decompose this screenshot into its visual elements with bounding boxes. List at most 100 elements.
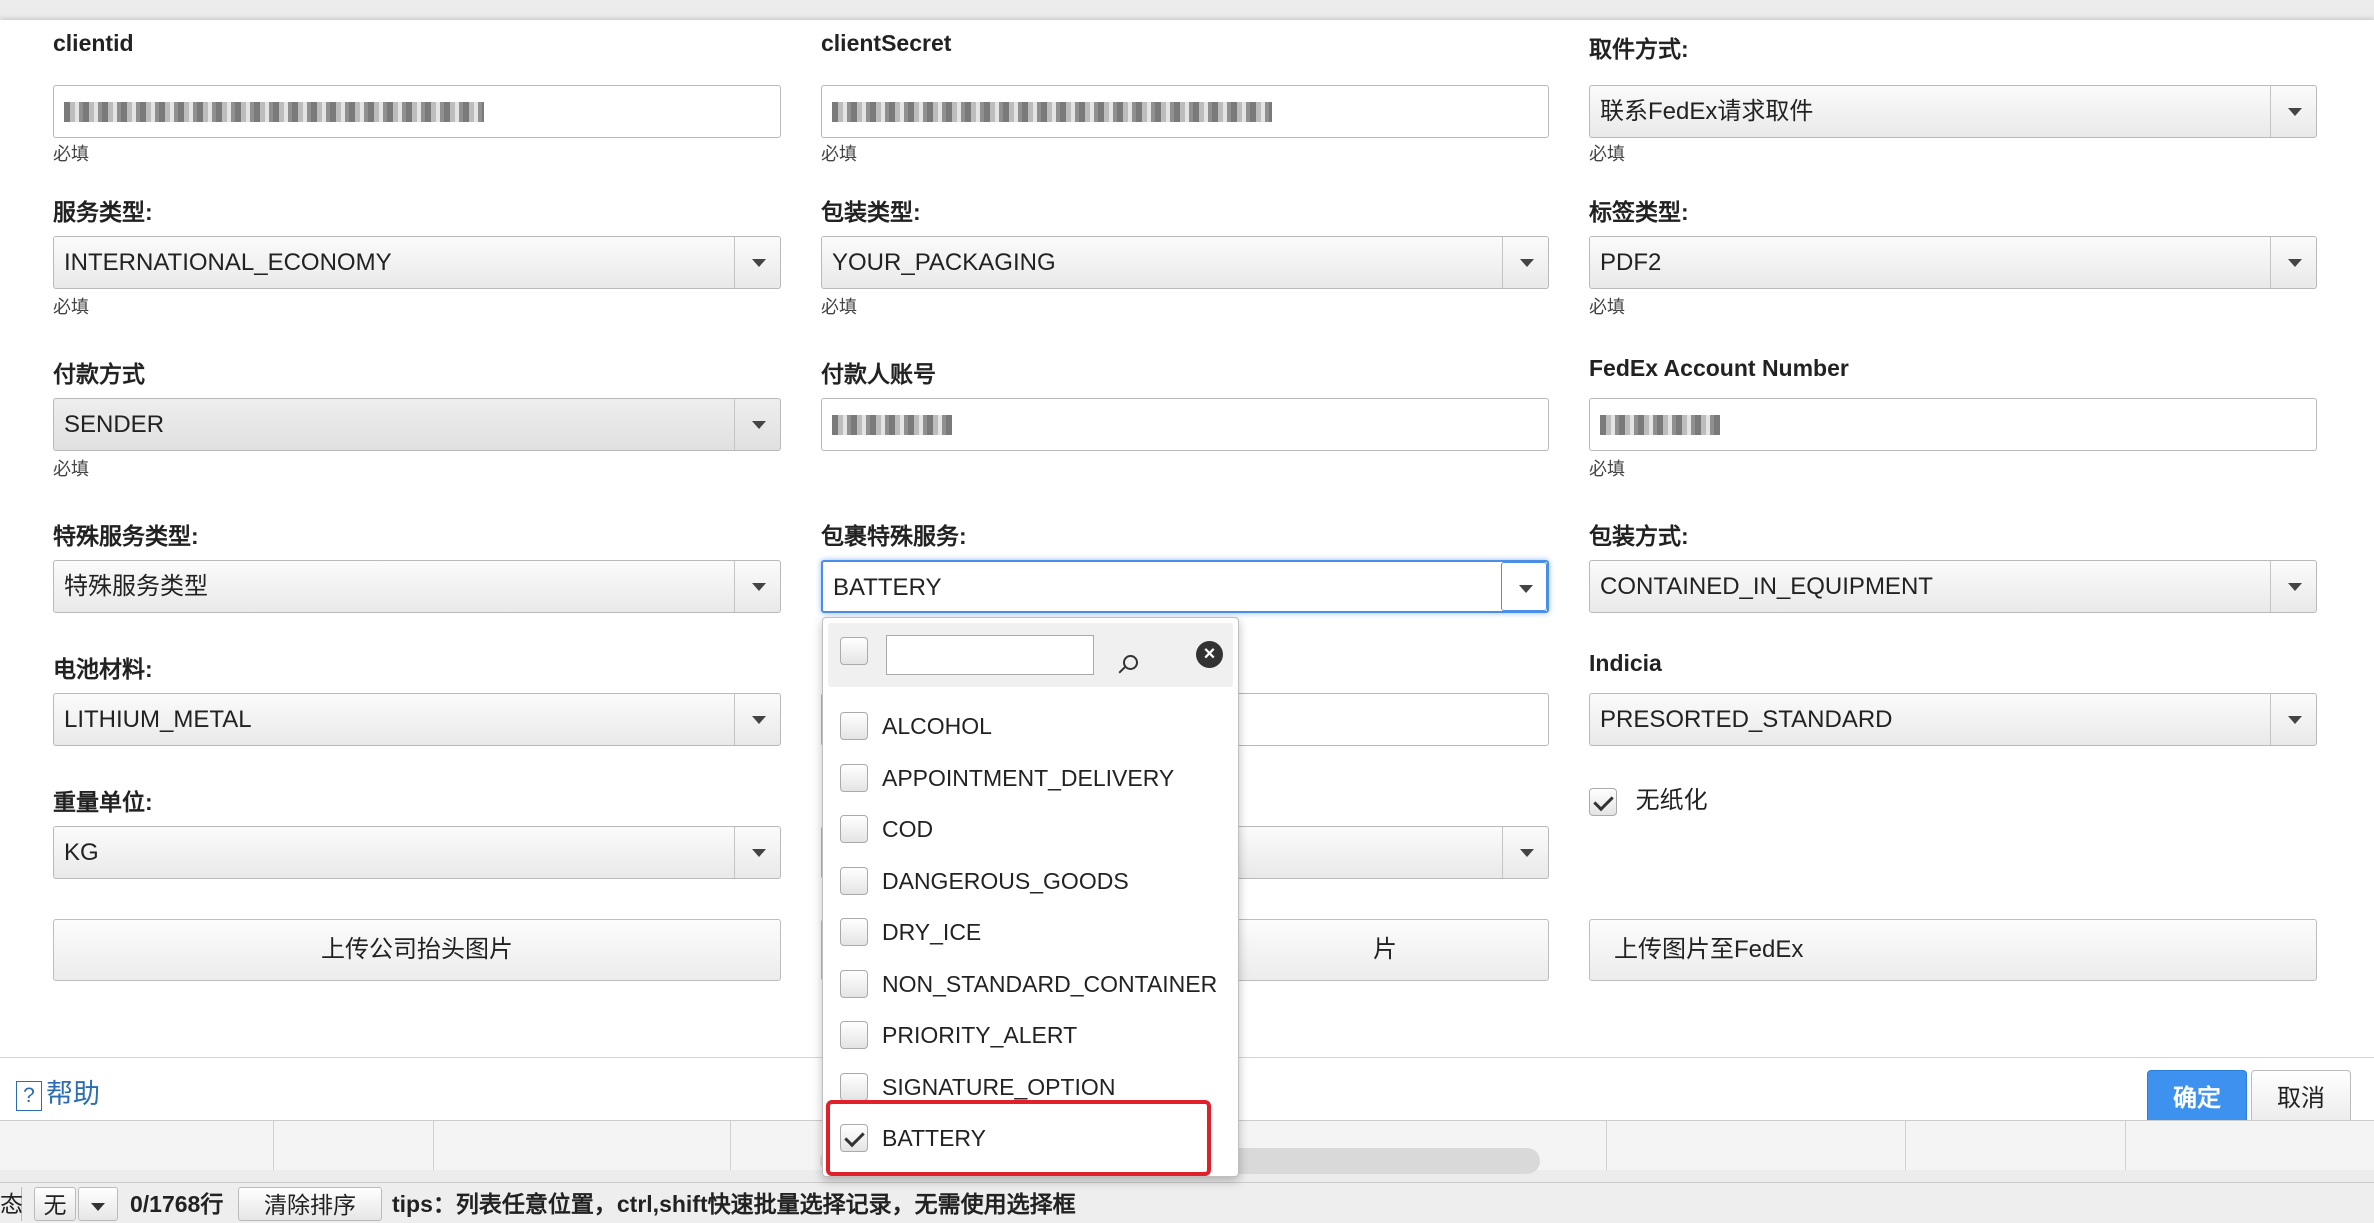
required-hint: 必填 xyxy=(821,297,857,317)
status-left-fragment: 态 xyxy=(0,1187,23,1221)
grid-column-divider xyxy=(1606,1121,1607,1170)
option-label: COD xyxy=(882,816,934,842)
clientid-input[interactable] xyxy=(53,85,781,138)
payer-account-input[interactable] xyxy=(821,398,1549,451)
battery-material-select[interactable]: LITHIUM_METAL xyxy=(53,693,781,746)
upload-logo-button[interactable]: 上传公司抬头图片 xyxy=(53,919,781,981)
dropdown-option[interactable]: SIGNATURE_OPTION xyxy=(840,1070,1115,1104)
clientid-field: clientid 必填 xyxy=(53,30,781,172)
special-service-dropdown: × ALCOHOL APPOINTMENT_DELIVERY COD DANGEROU… xyxy=(822,617,1239,1177)
battery-material-value: LITHIUM_METAL xyxy=(64,706,252,733)
paperless-checkbox-row[interactable]: 无纸化 xyxy=(1589,783,1708,819)
indicia-value: PRESORTED_STANDARD xyxy=(1600,706,1893,733)
option-label: DRY_ICE xyxy=(882,919,982,945)
special-service-field: 特殊服务类型: 特殊服务类型 xyxy=(53,517,781,627)
redacted-value xyxy=(1600,415,1720,435)
dropdown-option[interactable]: DANGEROUS_GOODS xyxy=(840,864,1129,898)
redacted-value xyxy=(832,102,1272,122)
chevron-down-icon[interactable] xyxy=(734,561,780,612)
dropdown-option[interactable]: PRIORITY_ALERT xyxy=(840,1018,1077,1052)
battery-material-label: 电池材料: xyxy=(53,656,153,682)
indicia-select[interactable]: PRESORTED_STANDARD xyxy=(1589,693,2317,746)
status-bar: 态 无 0/1768行 清除排序 tips：列表任意位置，ctrl,shift快… xyxy=(0,1182,2374,1223)
weight-unit-select[interactable]: KG xyxy=(53,826,781,879)
package-special-service-field: 包裹特殊服务: BATTERY xyxy=(821,517,1549,627)
dropdown-option[interactable]: NON_STANDARD_CONTAINER xyxy=(840,967,1217,1001)
option-checkbox[interactable] xyxy=(840,1072,868,1101)
weight-unit-value: KG xyxy=(64,839,99,866)
chevron-down-icon[interactable] xyxy=(1502,827,1548,878)
pickup-value: 联系FedEx请求取件 xyxy=(1600,98,1814,125)
service-type-label: 服务类型: xyxy=(53,199,153,225)
packaging-type-label: 包装类型: xyxy=(821,199,921,225)
option-checkbox[interactable] xyxy=(840,969,868,998)
option-checkbox[interactable] xyxy=(840,1021,868,1050)
grid-column-divider xyxy=(433,1121,434,1170)
help-link[interactable]: ? 帮助 xyxy=(16,1072,100,1111)
packaging-type-select[interactable]: YOUR_PACKAGING xyxy=(821,236,1549,289)
payer-account-label: 付款人账号 xyxy=(821,361,936,387)
clientsecret-field: clientSecret 必填 xyxy=(821,30,1549,172)
service-type-select[interactable]: INTERNATIONAL_ECONOMY xyxy=(53,236,781,289)
option-checkbox[interactable] xyxy=(840,763,868,792)
fedex-account-field: FedEx Account Number 必填 xyxy=(1589,355,2317,495)
service-type-field: 服务类型: INTERNATIONAL_ECONOMY 必填 xyxy=(53,193,781,333)
chevron-down-icon[interactable] xyxy=(734,237,780,288)
option-label: NON_STANDARD_CONTAINER xyxy=(882,970,1218,997)
grid-column-divider xyxy=(273,1121,274,1170)
redacted-value xyxy=(832,415,952,435)
option-checkbox[interactable] xyxy=(840,815,868,844)
close-icon[interactable]: × xyxy=(1196,641,1223,668)
dropdown-option[interactable]: DRY_ICE xyxy=(840,915,981,949)
dropdown-option[interactable]: APPOINTMENT_DELIVERY xyxy=(840,761,1174,795)
chevron-down-icon[interactable] xyxy=(2270,86,2316,137)
page-size-select[interactable]: 无 xyxy=(34,1187,76,1221)
chevron-down-icon[interactable] xyxy=(2270,237,2316,288)
weight-unit-label: 重量单位: xyxy=(53,789,153,815)
service-type-value: INTERNATIONAL_ECONOMY xyxy=(64,249,392,276)
clear-sort-button[interactable]: 清除排序 xyxy=(238,1187,382,1221)
clientsecret-input[interactable] xyxy=(821,85,1549,138)
packaging-type-field: 包装类型: YOUR_PACKAGING 必填 xyxy=(821,193,1549,333)
paperless-label: 无纸化 xyxy=(1635,787,1708,814)
select-all-checkbox[interactable] xyxy=(840,637,868,665)
option-label: SIGNATURE_OPTION xyxy=(882,1073,1116,1100)
chevron-down-icon[interactable] xyxy=(2270,561,2316,612)
chevron-down-icon[interactable] xyxy=(2270,694,2316,745)
chevron-down-icon[interactable] xyxy=(1501,562,1547,611)
dropdown-option[interactable]: ALCOHOL xyxy=(840,709,992,743)
chevron-down-icon[interactable] xyxy=(734,694,780,745)
chevron-down-icon[interactable] xyxy=(1502,237,1548,288)
pickup-field: 取件方式: 联系FedEx请求取件 必填 xyxy=(1589,32,2317,172)
chevron-down-icon[interactable] xyxy=(78,1187,118,1221)
upload-fedex-label: 上传图片至FedEx xyxy=(1614,936,1804,963)
chevron-down-icon[interactable] xyxy=(734,827,780,878)
option-checkbox[interactable] xyxy=(840,866,868,895)
package-special-service-label: 包裹特殊服务: xyxy=(821,523,967,549)
packing-method-select[interactable]: CONTAINED_IN_EQUIPMENT xyxy=(1589,560,2317,613)
package-special-service-select[interactable]: BATTERY xyxy=(821,560,1549,613)
battery-highlight-box xyxy=(826,1100,1211,1176)
pickup-select[interactable]: 联系FedEx请求取件 xyxy=(1589,85,2317,138)
packing-method-value: CONTAINED_IN_EQUIPMENT xyxy=(1600,573,1933,600)
special-service-select[interactable]: 特殊服务类型 xyxy=(53,560,781,613)
required-hint: 必填 xyxy=(53,459,89,479)
dropdown-search-bar: × xyxy=(828,623,1233,687)
option-checkbox[interactable] xyxy=(840,918,868,947)
dropdown-search-input[interactable] xyxy=(886,635,1138,675)
fedex-account-input[interactable] xyxy=(1589,398,2317,451)
chevron-down-icon[interactable] xyxy=(734,399,780,450)
payment-value: SENDER xyxy=(64,411,165,438)
special-service-value: 特殊服务类型 xyxy=(64,573,208,600)
label-type-select[interactable]: PDF2 xyxy=(1589,236,2317,289)
upload-fedex-button[interactable]: 上传图片至FedEx xyxy=(1589,919,2317,981)
help-icon: ? xyxy=(16,1080,42,1111)
option-checkbox[interactable] xyxy=(840,712,868,741)
dropdown-option[interactable]: COD xyxy=(840,812,933,846)
payer-account-field: 付款人账号 xyxy=(821,355,1549,495)
fedex-account-label: FedEx Account Number xyxy=(1589,355,1849,381)
upload-middle-label: 片 xyxy=(1373,936,1397,963)
payment-select[interactable]: SENDER xyxy=(53,398,781,451)
paperless-checkbox[interactable] xyxy=(1589,787,1617,816)
grid-column-divider xyxy=(1905,1121,1906,1170)
